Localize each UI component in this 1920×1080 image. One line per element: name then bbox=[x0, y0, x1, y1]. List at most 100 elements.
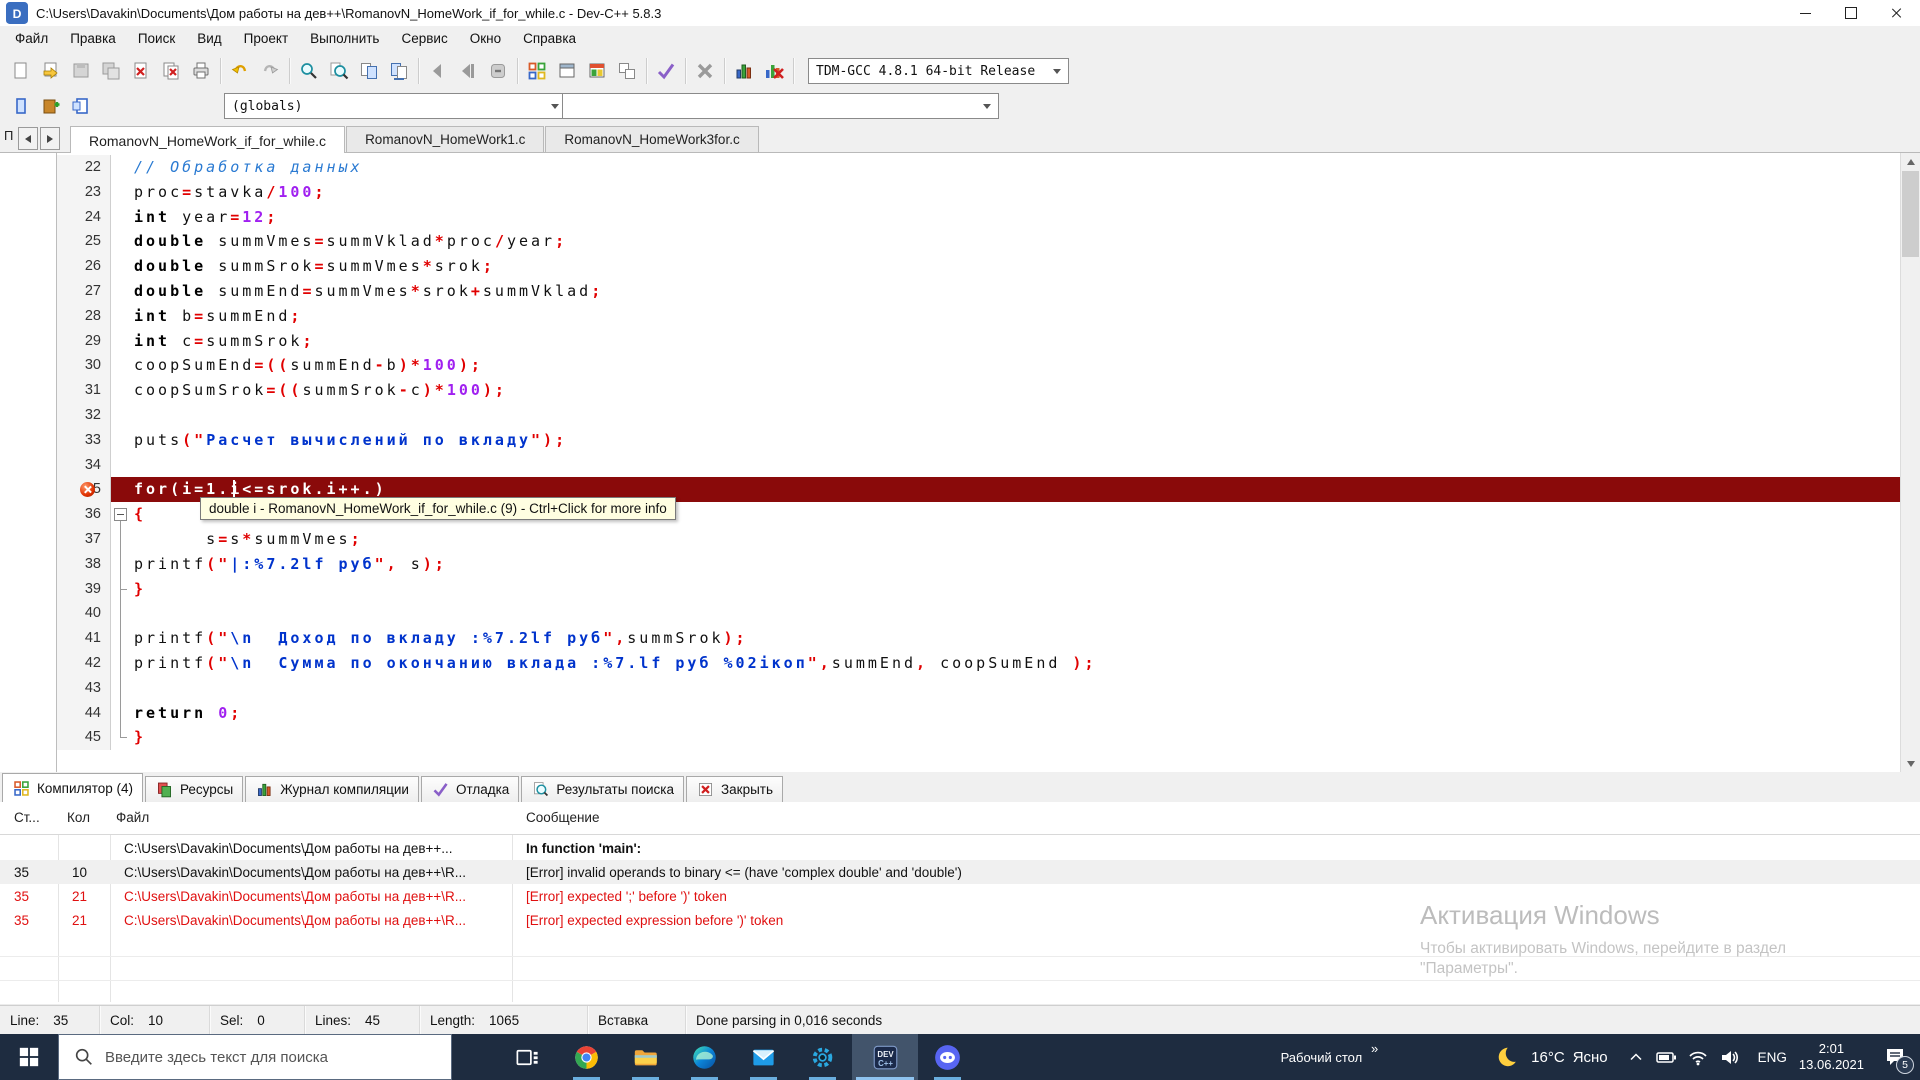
code-text[interactable] bbox=[130, 453, 1901, 478]
replaceall-button[interactable] bbox=[384, 57, 414, 85]
code-text[interactable]: return 0; bbox=[130, 701, 1901, 726]
line-number-28[interactable]: 28 bbox=[57, 303, 111, 329]
delprofile-button[interactable] bbox=[759, 57, 789, 85]
menu-Поиск[interactable]: Поиск bbox=[127, 26, 186, 52]
code-text[interactable]: puts("Расчет вычислений по вкладу"); bbox=[130, 428, 1901, 453]
discord-taskbar-button[interactable] bbox=[918, 1034, 977, 1080]
devcpp-taskbar-button[interactable]: DEV C++ bbox=[852, 1034, 918, 1080]
forward-button[interactable] bbox=[453, 57, 483, 85]
menu-Правка[interactable]: Правка bbox=[59, 26, 127, 52]
battery-icon[interactable] bbox=[1654, 1045, 1678, 1069]
volume-icon[interactable] bbox=[1718, 1045, 1742, 1069]
compile-button[interactable] bbox=[522, 57, 552, 85]
debug-button[interactable] bbox=[651, 57, 681, 85]
desktop-toolbar-label[interactable]: Рабочий стол » bbox=[1281, 1041, 1379, 1065]
line-number-23[interactable]: 23 bbox=[57, 179, 111, 205]
line-number-31[interactable]: 31 bbox=[57, 378, 111, 403]
wifi-icon[interactable] bbox=[1686, 1045, 1710, 1069]
classes-button[interactable] bbox=[66, 92, 96, 120]
run-button[interactable] bbox=[552, 57, 582, 85]
profile-button[interactable] bbox=[729, 57, 759, 85]
code-text[interactable]: printf("|:%7.2lf руб", s); bbox=[130, 552, 1901, 577]
abort-button[interactable] bbox=[690, 57, 720, 85]
menu-Файл[interactable]: Файл bbox=[4, 26, 59, 52]
tray-chevron-up-icon[interactable] bbox=[1626, 1047, 1646, 1067]
line-number-39[interactable]: 39 bbox=[57, 576, 111, 602]
chevron-expand-icon[interactable]: » bbox=[1371, 1041, 1378, 1056]
line-number-26[interactable]: 26 bbox=[57, 254, 111, 279]
line-number-35[interactable]: 35 bbox=[57, 477, 111, 503]
line-number-41[interactable]: 41 bbox=[57, 626, 111, 651]
line-number-43[interactable]: 43 bbox=[57, 675, 111, 701]
line-number-38[interactable]: 38 bbox=[57, 551, 111, 577]
report-tab-closered[interactable]: Закрыть bbox=[686, 776, 783, 802]
open-button[interactable] bbox=[36, 57, 66, 85]
code-text[interactable]: int c=summSrok; bbox=[130, 329, 1901, 354]
scroll-down-button[interactable] bbox=[1901, 755, 1920, 772]
action-center-button[interactable]: 5 bbox=[1878, 1040, 1914, 1074]
code-text[interactable]: double summVmes=summVklad*proc/year; bbox=[130, 229, 1901, 254]
redo-button[interactable] bbox=[255, 57, 285, 85]
start-button[interactable] bbox=[0, 1034, 58, 1080]
line-number-27[interactable]: 27 bbox=[57, 278, 111, 304]
line-number-45[interactable]: 45 bbox=[57, 725, 111, 751]
gearapp-taskbar-button[interactable] bbox=[793, 1034, 852, 1080]
gotoline-button[interactable] bbox=[483, 57, 513, 85]
rebuild-button[interactable] bbox=[612, 57, 642, 85]
explorer-taskbar-button[interactable] bbox=[616, 1034, 675, 1080]
language-indicator[interactable]: ENG bbox=[1758, 1050, 1787, 1065]
line-number-29[interactable]: 29 bbox=[57, 328, 111, 354]
taskbar-search-input[interactable]: Введите здесь текст для поиска bbox=[58, 1034, 452, 1080]
tab-scroll-left-button[interactable] bbox=[18, 127, 38, 150]
compiler-row-2[interactable]: 35 10 C:\Users\Davakin\Documents\Дом работ… bbox=[0, 860, 1920, 884]
menu-Вид[interactable]: Вид bbox=[186, 26, 232, 52]
members-dropdown[interactable] bbox=[562, 93, 999, 119]
new-button[interactable] bbox=[6, 57, 36, 85]
report-tab-debug[interactable]: Отладка bbox=[420, 776, 520, 802]
project-panel-tab[interactable]: П bbox=[4, 128, 13, 143]
menu-Проект[interactable]: Проект bbox=[233, 26, 299, 52]
report-tab-resources[interactable]: Ресурсы bbox=[145, 776, 244, 802]
line-number-37[interactable]: 37 bbox=[57, 526, 111, 552]
back-button[interactable] bbox=[423, 57, 453, 85]
code-text[interactable]: double summSrok=summVmes*srok; bbox=[130, 254, 1901, 279]
menu-Выполнить[interactable]: Выполнить bbox=[299, 26, 390, 52]
mail-taskbar-button[interactable] bbox=[734, 1034, 793, 1080]
compilerun-button[interactable] bbox=[582, 57, 612, 85]
weather-widget[interactable]: 16°C Ясно bbox=[1496, 1044, 1608, 1070]
code-text[interactable]: s=s*summVmes; bbox=[130, 527, 1901, 552]
code-text[interactable]: double summEnd=summVmes*srok+summVklad; bbox=[130, 279, 1901, 304]
editor-vertical-scrollbar[interactable] bbox=[1900, 153, 1920, 772]
chrome-taskbar-button[interactable] bbox=[557, 1034, 616, 1080]
line-number-22[interactable]: 22 bbox=[57, 155, 111, 180]
line-number-44[interactable]: 44 bbox=[57, 700, 111, 726]
close-button[interactable] bbox=[126, 57, 156, 85]
save-button[interactable] bbox=[66, 57, 96, 85]
file-tab[interactable]: RomanovN_HomeWork_if_for_while.c bbox=[70, 126, 346, 154]
menu-Сервис[interactable]: Сервис bbox=[390, 26, 458, 52]
findfiles-button[interactable] bbox=[324, 57, 354, 85]
find-button[interactable] bbox=[294, 57, 324, 85]
report-tab-searchpage[interactable]: Результаты поиска bbox=[521, 776, 684, 802]
line-number-25[interactable]: 25 bbox=[57, 229, 111, 255]
code-editor[interactable]: 22// Обработка данных 23 proc=stavka/100; 2… bbox=[0, 153, 1920, 772]
line-number-30[interactable]: 30 bbox=[57, 353, 111, 379]
code-text[interactable]: proc=stavka/100; bbox=[130, 180, 1901, 205]
code-text[interactable]: coopSumEnd=((summEnd-b)*100); bbox=[130, 353, 1901, 378]
code-text[interactable] bbox=[130, 403, 1901, 428]
code-text[interactable] bbox=[130, 676, 1901, 701]
code-text[interactable]: printf("\n Сумма по окончанию вклада :%7… bbox=[130, 651, 1901, 676]
menu-Окно[interactable]: Окно bbox=[459, 26, 512, 52]
code-text[interactable]: int year=12; bbox=[130, 205, 1901, 230]
closeall-button[interactable] bbox=[156, 57, 186, 85]
minimize-button[interactable] bbox=[1782, 0, 1828, 26]
edge-taskbar-button[interactable] bbox=[675, 1034, 734, 1080]
file-tab[interactable]: RomanovN_HomeWork1.c bbox=[346, 126, 545, 152]
line-number-42[interactable]: 42 bbox=[57, 650, 111, 676]
scroll-up-button[interactable] bbox=[1901, 153, 1920, 170]
undo-button[interactable] bbox=[225, 57, 255, 85]
members-button[interactable] bbox=[6, 92, 36, 120]
line-number-32[interactable]: 32 bbox=[57, 402, 111, 428]
line-number-40[interactable]: 40 bbox=[57, 601, 111, 627]
compiler-row-1[interactable]: C:\Users\Davakin\Documents\Дом работы на… bbox=[0, 836, 1920, 860]
